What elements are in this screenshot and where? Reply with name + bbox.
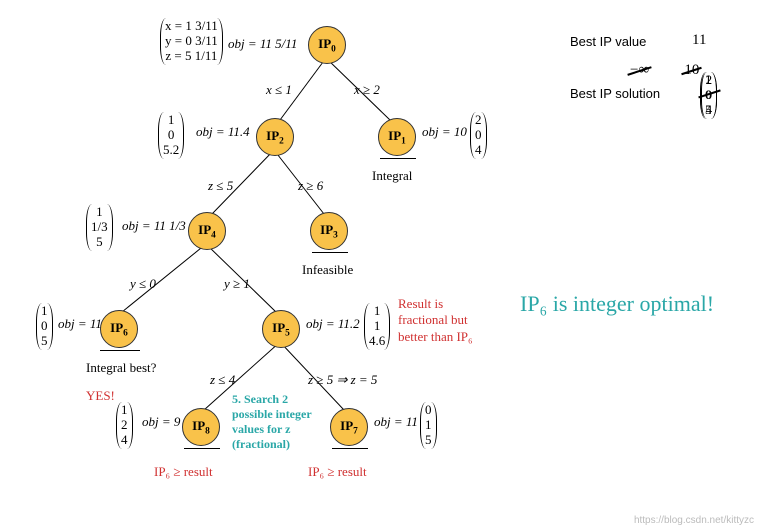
ip0-obj: obj = 11 5/11 (228, 36, 297, 52)
ip4-obj: obj = 11 1/3 (122, 218, 186, 234)
ip7-underline (332, 448, 368, 449)
ip8-compare: IP₆ ≥ result (154, 464, 213, 480)
node-ip3: IP3 (310, 212, 348, 250)
ip7-solution: 015 (420, 402, 437, 449)
node-ip0: IP0 (308, 26, 346, 64)
ip5-obj: obj = 11.2 (306, 316, 360, 332)
ip3-note: Infeasible (302, 262, 353, 278)
watermark: https://blog.csdn.net/kittyzc (634, 515, 754, 526)
edge-label-z-ge-6: z ≥ 6 (298, 178, 323, 194)
best-ip-value-label: Best IP value (570, 34, 646, 49)
ip6-obj: obj = 11 (58, 316, 102, 332)
node-label: IP6 (110, 320, 128, 339)
node-ip1: IP1 (378, 118, 416, 156)
edge-label-y-ge-1: y ≥ 1 (224, 276, 250, 292)
node-label: IP3 (320, 222, 338, 241)
ip7-compare: IP₆ ≥ result (308, 464, 367, 480)
node-label: IP1 (388, 128, 406, 147)
ip5-note: Result is fractional but better than IP₆ (398, 296, 488, 345)
ip4-solution: 11/35 (86, 204, 113, 251)
node-label: IP2 (266, 128, 284, 147)
ip3-underline (312, 252, 348, 253)
edge-label-z-ge-5: z ≥ 5 ⇒ z = 5 (308, 372, 377, 388)
node-label: IP0 (318, 36, 336, 55)
node-label: IP4 (198, 222, 216, 241)
ip1-underline (380, 158, 416, 159)
ip1-solution: 204 (470, 112, 487, 159)
best-ip-value-struck-1: −∞ (630, 62, 649, 79)
best-ip-solution-final: 105 (700, 72, 717, 119)
node-label: IP8 (192, 418, 210, 437)
edge-label-z-le-4: z ≤ 4 (210, 372, 235, 388)
node-ip7: IP7 (330, 408, 368, 446)
ip0-solution: x = 1 3/11y = 0 3/11z = 5 1/11 (160, 18, 223, 65)
ip6-underline (100, 350, 140, 351)
ip8-underline (184, 448, 220, 449)
node-label: IP7 (340, 418, 358, 437)
node-ip2: IP2 (256, 118, 294, 156)
best-ip-value-struck-2: 10 (684, 62, 699, 79)
edge-label-x-le-1: x ≤ 1 (266, 82, 292, 98)
tree-edges (0, 0, 760, 530)
ip5-solution: 114.6 (364, 303, 390, 350)
step5-note: 5. Search 2 possible integer values for … (232, 392, 328, 452)
best-ip-solution-label: Best IP solution (570, 86, 660, 101)
node-ip5: IP5 (262, 310, 300, 348)
edge-label-x-ge-2: x ≥ 2 (354, 82, 380, 98)
ip8-solution: 124 (116, 402, 133, 449)
ip6-yes: YES! (86, 388, 115, 404)
ip2-solution: 105.2 (158, 112, 184, 159)
node-ip8: IP8 (182, 408, 220, 446)
ip6-solution: 105 (36, 303, 53, 350)
ip6-optimal: IP₆ is integer optimal! (520, 290, 714, 319)
ip7-obj: obj = 11 (374, 414, 418, 430)
ip8-obj: obj = 9 (142, 414, 180, 430)
ip1-note: Integral (372, 168, 412, 184)
best-ip-value-final: 11 (692, 32, 706, 49)
edge-label-y-le-0: y ≤ 0 (130, 276, 156, 292)
ip2-obj: obj = 11.4 (196, 124, 250, 140)
edge-label-z-le-5: z ≤ 5 (208, 178, 233, 194)
node-ip4: IP4 (188, 212, 226, 250)
node-label: IP5 (272, 320, 290, 339)
ip1-obj: obj = 10 (422, 124, 467, 140)
ip6-question: Integral best? (86, 360, 166, 376)
node-ip6: IP6 (100, 310, 138, 348)
